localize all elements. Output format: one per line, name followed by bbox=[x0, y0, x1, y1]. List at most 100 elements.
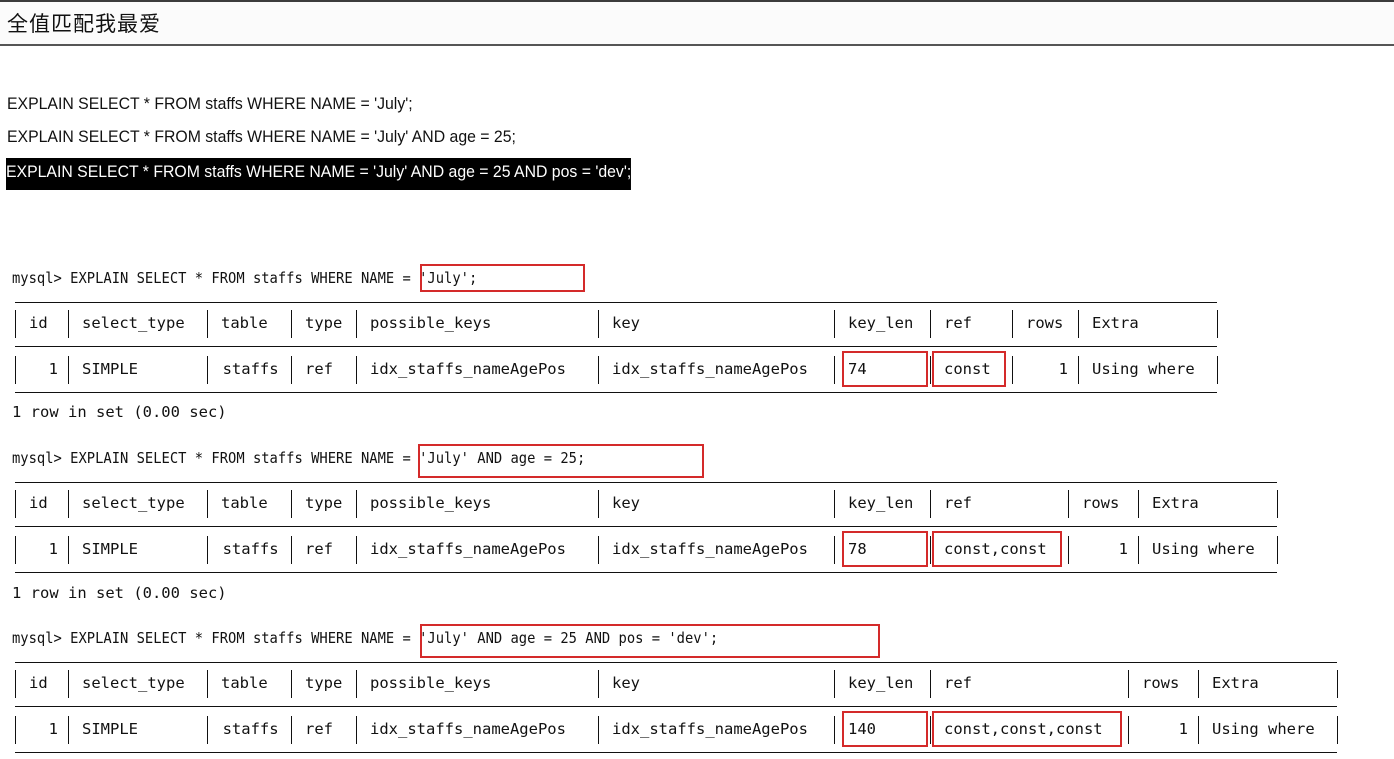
table-column-divider bbox=[15, 356, 16, 384]
table-column-divider bbox=[834, 490, 835, 518]
header-cell-rows: rows bbox=[1082, 494, 1120, 512]
header-cell-type: type bbox=[305, 314, 343, 332]
header-cell-rows: rows bbox=[1026, 314, 1064, 332]
header-cell-key-len: key_len bbox=[848, 314, 914, 332]
table-column-divider bbox=[207, 716, 208, 744]
result-cell: staffs bbox=[222, 540, 279, 558]
table-column-divider bbox=[598, 490, 599, 518]
table-column-divider bbox=[1217, 310, 1218, 338]
result-cell: SIMPLE bbox=[82, 540, 138, 558]
table-column-divider bbox=[68, 356, 69, 384]
header-cell-table: table bbox=[221, 314, 268, 332]
row-summary: 1 row in set (0.00 sec) bbox=[12, 584, 227, 602]
table-border-rule bbox=[15, 346, 1217, 347]
header-cell-possible-keys: possible_keys bbox=[370, 494, 492, 512]
table-column-divider bbox=[1068, 490, 1069, 518]
result-cell: SIMPLE bbox=[82, 720, 138, 738]
table-column-divider bbox=[207, 490, 208, 518]
table-column-divider bbox=[15, 670, 16, 698]
table-column-divider bbox=[68, 490, 69, 518]
table-column-divider bbox=[15, 490, 16, 518]
table-column-divider bbox=[291, 716, 292, 744]
result-cell: 1 bbox=[48, 720, 58, 738]
header-cell-table: table bbox=[221, 674, 268, 692]
table-column-divider bbox=[291, 536, 292, 564]
table-column-divider bbox=[598, 670, 599, 698]
table-column-divider bbox=[291, 310, 292, 338]
table-column-divider bbox=[930, 670, 931, 698]
key-len-highlight-box bbox=[842, 351, 928, 387]
section-header: 全值匹配我最爱 bbox=[0, 2, 1394, 46]
result-cell: ref bbox=[305, 360, 333, 378]
table-border-rule bbox=[15, 302, 1217, 303]
table-column-divider bbox=[1138, 536, 1139, 564]
sql-query-3-selected: EXPLAIN SELECT * FROM staffs WHERE NAME … bbox=[6, 158, 632, 190]
table-column-divider bbox=[1068, 536, 1069, 564]
table-column-divider bbox=[1012, 356, 1013, 384]
table-column-divider bbox=[1337, 670, 1338, 698]
table-column-divider bbox=[15, 536, 16, 564]
table-column-divider bbox=[834, 356, 835, 384]
table-column-divider bbox=[68, 670, 69, 698]
condition-highlight-box bbox=[418, 444, 704, 478]
table-column-divider bbox=[356, 670, 357, 698]
table-column-divider bbox=[207, 310, 208, 338]
header-cell-key: key bbox=[612, 674, 640, 692]
result-cell: ref bbox=[305, 540, 333, 558]
table-column-divider bbox=[834, 536, 835, 564]
table-column-divider bbox=[68, 536, 69, 564]
header-cell-possible-keys: possible_keys bbox=[370, 314, 492, 332]
table-column-divider bbox=[291, 490, 292, 518]
sql-query-1: EXPLAIN SELECT * FROM staffs WHERE NAME … bbox=[7, 94, 413, 113]
result-cell: idx_staffs_nameAgePos bbox=[612, 720, 808, 738]
header-cell-id: id bbox=[29, 314, 48, 332]
table-column-divider bbox=[356, 536, 357, 564]
table-column-divider bbox=[15, 310, 16, 338]
table-border-rule bbox=[15, 706, 1337, 707]
table-column-divider bbox=[598, 536, 599, 564]
table-column-divider bbox=[834, 310, 835, 338]
header-cell-key: key bbox=[612, 314, 640, 332]
sql-query-2: EXPLAIN SELECT * FROM staffs WHERE NAME … bbox=[7, 127, 516, 146]
header-cell-select-type: select_type bbox=[82, 314, 185, 332]
table-column-divider bbox=[1078, 356, 1079, 384]
prompt-line: mysql> EXPLAIN SELECT * FROM staffs WHER… bbox=[12, 269, 478, 287]
header-cell-type: type bbox=[305, 494, 343, 512]
header-cell-key-len: key_len bbox=[848, 494, 914, 512]
table-column-divider bbox=[1198, 716, 1199, 744]
result-cell: idx_staffs_nameAgePos bbox=[612, 540, 808, 558]
table-column-divider bbox=[598, 716, 599, 744]
key-len-highlight-box bbox=[842, 711, 928, 747]
table-border-rule bbox=[15, 392, 1217, 393]
table-column-divider bbox=[207, 356, 208, 384]
table-border-rule bbox=[15, 662, 1337, 663]
table-column-divider bbox=[356, 356, 357, 384]
table-column-divider bbox=[356, 490, 357, 518]
header-cell-ref: ref bbox=[944, 314, 972, 332]
result-cell: idx_staffs_nameAgePos bbox=[612, 360, 808, 378]
header-cell-id: id bbox=[29, 494, 48, 512]
result-cell: 1 bbox=[1178, 720, 1188, 738]
table-column-divider bbox=[291, 356, 292, 384]
table-column-divider bbox=[598, 310, 599, 338]
result-cell: 1 bbox=[1118, 540, 1128, 558]
ref-highlight-box bbox=[932, 711, 1122, 747]
header-cell-select-type: select_type bbox=[82, 674, 185, 692]
header-cell-ref: ref bbox=[944, 494, 972, 512]
result-cell: idx_staffs_nameAgePos bbox=[370, 540, 566, 558]
header-cell-Extra: Extra bbox=[1212, 674, 1259, 692]
table-border-rule bbox=[15, 526, 1277, 527]
result-cell: staffs bbox=[222, 360, 279, 378]
result-cell: 1 bbox=[48, 540, 58, 558]
table-column-divider bbox=[356, 716, 357, 744]
row-summary: 1 row in set (0.00 sec) bbox=[12, 403, 227, 421]
header-cell-table: table bbox=[221, 494, 268, 512]
table-border-rule bbox=[15, 572, 1277, 573]
header-cell-Extra: Extra bbox=[1152, 494, 1199, 512]
table-column-divider bbox=[356, 310, 357, 338]
table-column-divider bbox=[1337, 716, 1338, 744]
header-cell-key-len: key_len bbox=[848, 674, 914, 692]
condition-highlight-box bbox=[420, 264, 585, 292]
header-cell-rows: rows bbox=[1142, 674, 1180, 692]
result-cell: SIMPLE bbox=[82, 360, 138, 378]
